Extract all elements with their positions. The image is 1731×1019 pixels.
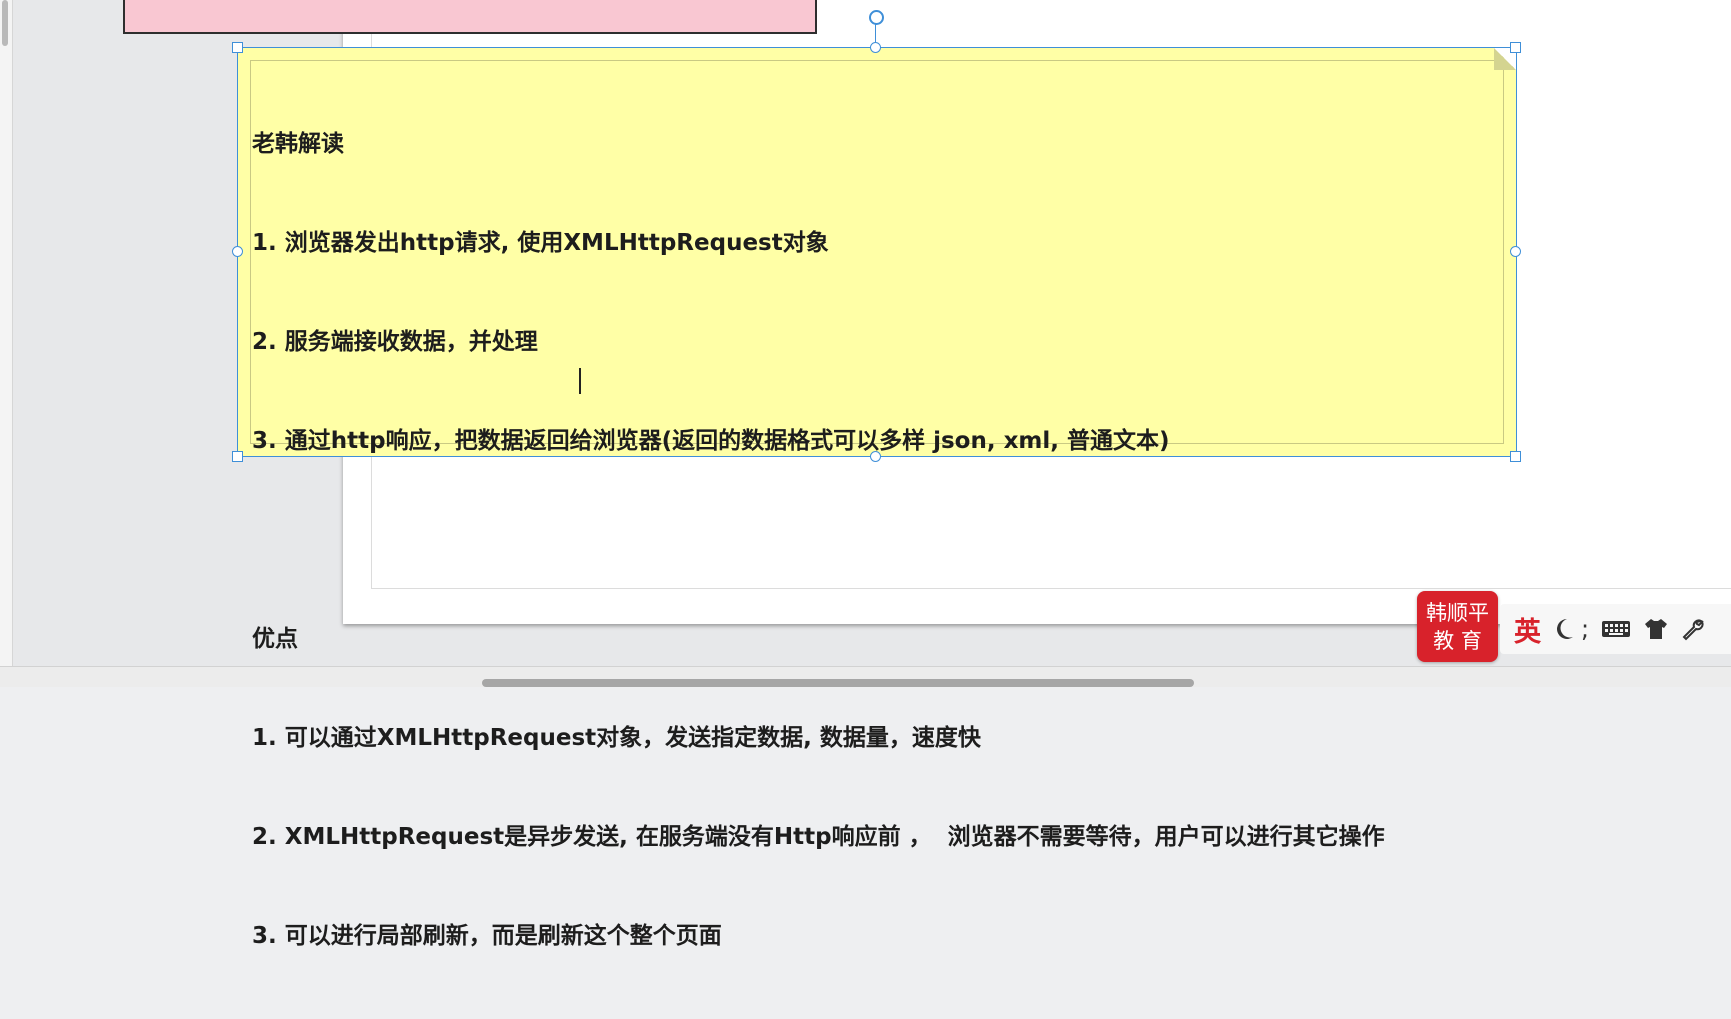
logo-line-1: 韩顺平 — [1426, 600, 1489, 625]
resize-handle-left[interactable] — [232, 246, 243, 257]
left-scrollbar-thumb[interactable] — [2, 0, 8, 46]
note-line — [252, 524, 1496, 557]
keyboard-icon[interactable] — [1601, 619, 1631, 639]
wrench-icon[interactable] — [1681, 617, 1705, 641]
text-cursor — [579, 368, 581, 394]
sticky-note-text[interactable]: 老韩解读 1. 浏览器发出http请求, 使用XMLHttpRequest对象 … — [252, 62, 1496, 1019]
left-scrollbar[interactable] — [0, 0, 13, 686]
resize-handle-bottom-left[interactable] — [232, 451, 243, 462]
note-line: 老韩解读 — [252, 131, 344, 157]
note-line: 3. 可以进行局部刷新，而是刷新这个整个页面 — [252, 923, 722, 949]
canvas-workspace: 老韩解读 1. 浏览器发出http请求, 使用XMLHttpRequest对象 … — [13, 0, 1731, 949]
moon-icon[interactable] — [1553, 617, 1575, 641]
note-line: 优点 — [252, 626, 298, 652]
pink-rectangle-shape[interactable] — [123, 0, 817, 34]
note-line: 1. 可以通过XMLHttpRequest对象，发送指定数据, 数据量，速度快 — [252, 725, 981, 751]
resize-handle-bottom-right[interactable] — [1510, 451, 1521, 462]
resize-handle-bottom[interactable] — [870, 451, 881, 462]
brand-logo: 韩顺平 教 育 — [1417, 591, 1498, 662]
resize-handle-top-left[interactable] — [232, 42, 243, 53]
horizontal-scrollbar[interactable] — [0, 666, 1731, 687]
ime-toolbar: 英 ; — [1500, 604, 1731, 654]
resize-handle-right[interactable] — [1510, 246, 1521, 257]
rotate-handle[interactable] — [869, 10, 884, 25]
logo-line-2: 教 育 — [1433, 628, 1482, 653]
ime-language-toggle[interactable]: 英 — [1514, 610, 1541, 649]
resize-handle-top[interactable] — [870, 42, 881, 53]
note-line: 1. 浏览器发出http请求, 使用XMLHttpRequest对象 — [252, 230, 829, 256]
note-line: 2. 服务端接收数据，并处理 — [252, 329, 538, 355]
note-line: 2. XMLHttpRequest是异步发送, 在服务端没有Http响应前 ， … — [252, 824, 1385, 850]
shirt-icon[interactable] — [1643, 617, 1669, 641]
sticky-note[interactable]: 老韩解读 1. 浏览器发出http请求, 使用XMLHttpRequest对象 … — [237, 47, 1517, 949]
resize-handle-top-right[interactable] — [1510, 42, 1521, 53]
ime-punctuation[interactable]: ; — [1581, 615, 1589, 643]
